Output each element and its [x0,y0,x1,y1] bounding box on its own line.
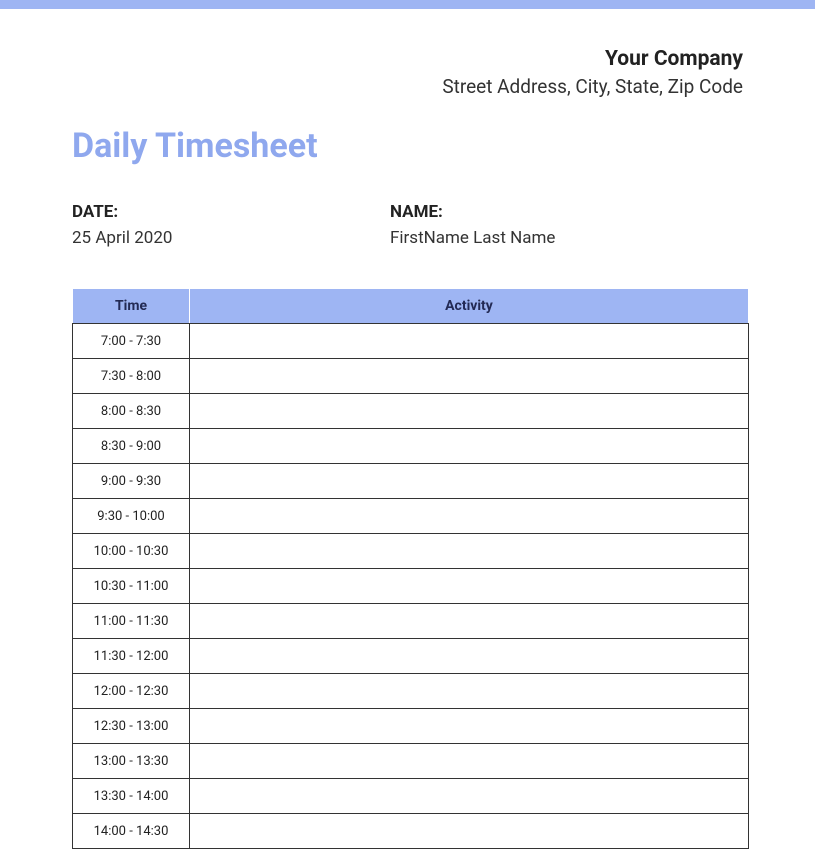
date-block: DATE: 25 April 2020 [72,202,390,248]
activity-cell[interactable] [190,534,749,569]
time-cell: 12:30 - 13:00 [73,709,190,744]
meta-row: DATE: 25 April 2020 NAME: FirstName Last… [72,202,743,248]
time-cell: 8:00 - 8:30 [73,394,190,429]
activity-cell[interactable] [190,709,749,744]
activity-cell[interactable] [190,394,749,429]
time-cell: 12:00 - 12:30 [73,674,190,709]
table-row: 11:00 - 11:30 [73,604,749,639]
activity-cell[interactable] [190,779,749,814]
table-row: 8:00 - 8:30 [73,394,749,429]
time-cell: 10:00 - 10:30 [73,534,190,569]
table-row: 13:00 - 13:30 [73,744,749,779]
time-cell: 9:00 - 9:30 [73,464,190,499]
time-cell: 7:00 - 7:30 [73,324,190,359]
time-cell: 13:00 - 13:30 [73,744,190,779]
time-cell: 11:30 - 12:00 [73,639,190,674]
activity-cell[interactable] [190,814,749,849]
activity-cell[interactable] [190,464,749,499]
company-header: Your Company Street Address, City, State… [72,47,743,98]
time-cell: 7:30 - 8:00 [73,359,190,394]
timesheet-table: Time Activity 7:00 - 7:307:30 - 8:008:00… [72,288,749,849]
time-cell: 14:00 - 14:30 [73,814,190,849]
date-label: DATE: [72,202,390,222]
time-cell: 10:30 - 11:00 [73,569,190,604]
table-row: 10:00 - 10:30 [73,534,749,569]
table-row: 13:30 - 14:00 [73,779,749,814]
time-cell: 11:00 - 11:30 [73,604,190,639]
activity-cell[interactable] [190,324,749,359]
activity-cell[interactable] [190,604,749,639]
activity-cell[interactable] [190,744,749,779]
name-value: FirstName Last Name [390,228,555,248]
table-row: 10:30 - 11:00 [73,569,749,604]
activity-cell[interactable] [190,429,749,464]
table-row: 12:30 - 13:00 [73,709,749,744]
top-accent-bar [0,0,815,9]
activity-cell[interactable] [190,499,749,534]
document-title: Daily Timesheet [72,126,743,166]
time-cell: 8:30 - 9:00 [73,429,190,464]
table-row: 7:30 - 8:00 [73,359,749,394]
col-header-time: Time [73,289,190,324]
table-row: 12:00 - 12:30 [73,674,749,709]
activity-cell[interactable] [190,569,749,604]
document-content: Your Company Street Address, City, State… [0,47,815,849]
activity-cell[interactable] [190,639,749,674]
company-name: Your Company [72,47,743,71]
time-cell: 9:30 - 10:00 [73,499,190,534]
table-row: 9:00 - 9:30 [73,464,749,499]
table-header-row: Time Activity [73,289,749,324]
col-header-activity: Activity [190,289,749,324]
activity-cell[interactable] [190,674,749,709]
company-address: Street Address, City, State, Zip Code [72,75,743,98]
table-row: 8:30 - 9:00 [73,429,749,464]
name-block: NAME: FirstName Last Name [390,202,555,248]
date-value: 25 April 2020 [72,228,390,248]
name-label: NAME: [390,202,555,222]
table-row: 11:30 - 12:00 [73,639,749,674]
activity-cell[interactable] [190,359,749,394]
table-row: 14:00 - 14:30 [73,814,749,849]
time-cell: 13:30 - 14:00 [73,779,190,814]
table-row: 9:30 - 10:00 [73,499,749,534]
table-row: 7:00 - 7:30 [73,324,749,359]
